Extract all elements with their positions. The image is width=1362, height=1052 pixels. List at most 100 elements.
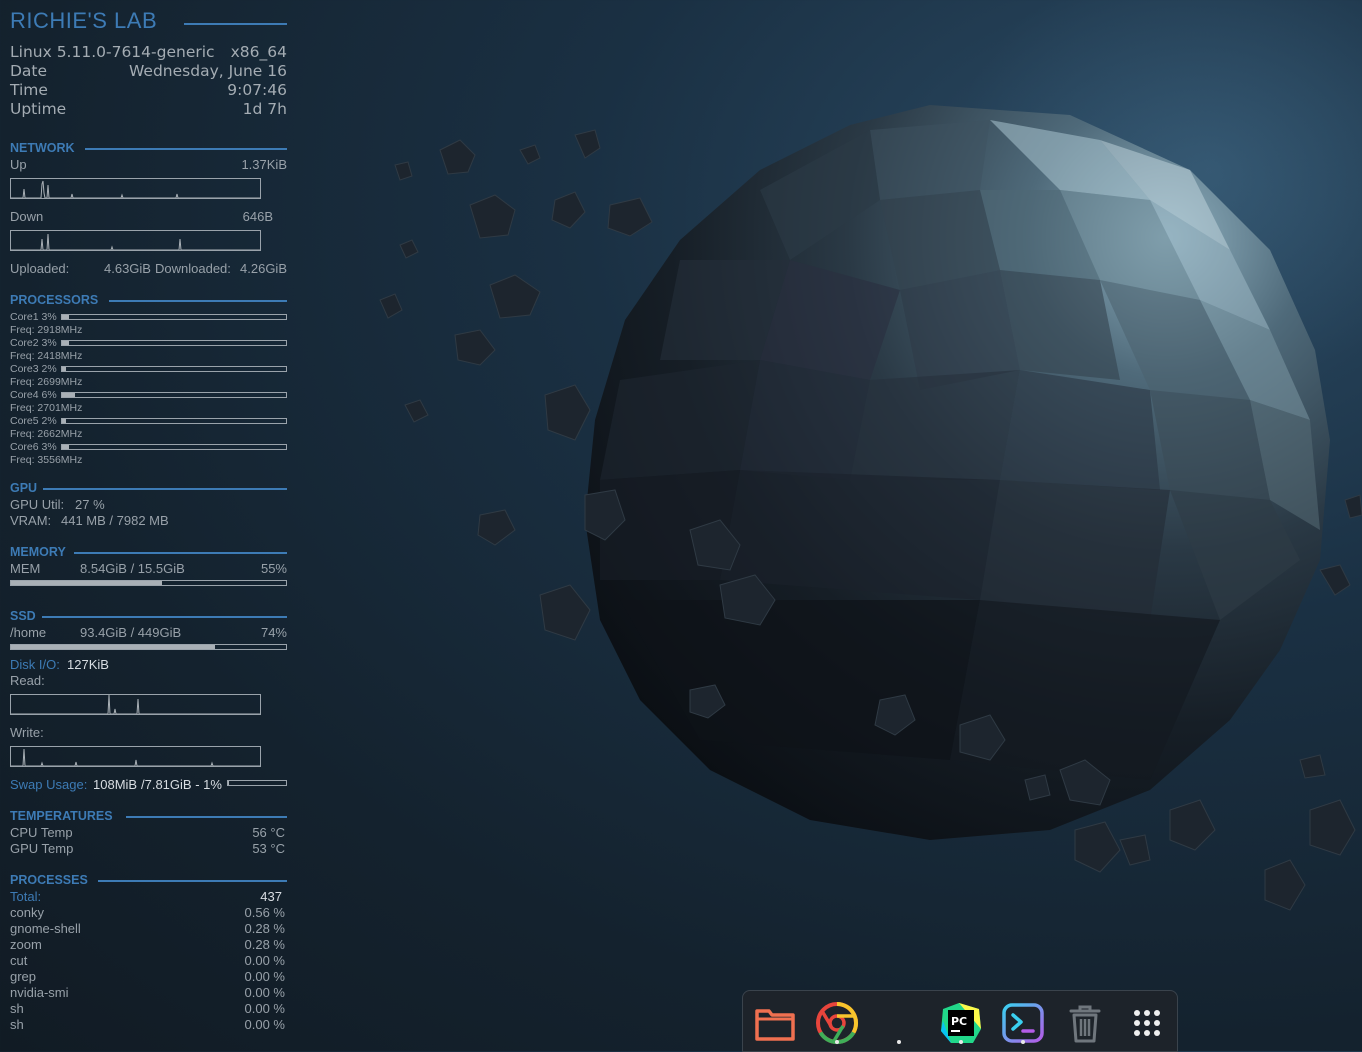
vram-label: VRAM: bbox=[10, 513, 52, 528]
process-cpu: 0.00 % bbox=[244, 953, 285, 968]
process-name: sh bbox=[10, 1017, 24, 1032]
gpu-util-label: GPU Util: bbox=[10, 497, 65, 512]
process-cpu: 0.00 % bbox=[244, 969, 285, 984]
disk-read-graph bbox=[10, 694, 261, 715]
swap-usage-label: Swap Usage: bbox=[10, 777, 88, 792]
conky-title: RICHIE'S LAB bbox=[10, 8, 158, 33]
download-speed-label: Down bbox=[10, 209, 44, 224]
core-frequency: Freq: 2662MHz bbox=[10, 428, 83, 440]
swap-usage-bar bbox=[227, 780, 287, 786]
planet bbox=[585, 105, 1330, 840]
home-usage-fill bbox=[11, 645, 215, 649]
process-cpu: 0.00 % bbox=[244, 985, 285, 1000]
mem-value: 8.54GiB / 15.5GiB bbox=[80, 561, 185, 576]
process-cpu: 0.56 % bbox=[244, 905, 285, 920]
running-indicator bbox=[959, 1040, 963, 1044]
memory-usage-fill bbox=[11, 581, 163, 585]
time-label: Time bbox=[10, 81, 48, 99]
downloaded-total-label: Downloaded: bbox=[155, 261, 231, 276]
processors-divider bbox=[109, 300, 287, 302]
core-usage-bar bbox=[61, 314, 287, 320]
downloaded-total-value: 4.26GiB bbox=[240, 261, 287, 276]
ssd-divider bbox=[42, 616, 287, 618]
dock-item-hidden-app[interactable] bbox=[875, 999, 923, 1047]
core-frequency: Freq: 2701MHz bbox=[10, 402, 83, 414]
process-name: zoom bbox=[10, 937, 42, 952]
title-underline bbox=[184, 23, 287, 25]
memory-usage-bar bbox=[10, 580, 287, 586]
network-divider bbox=[85, 148, 287, 150]
dock-item-files[interactable] bbox=[751, 999, 799, 1047]
upload-speed-label: Up bbox=[10, 157, 27, 172]
swap-total: /7.81GiB - 1% bbox=[141, 777, 222, 792]
swap-usage-value: 108MiB bbox=[93, 777, 138, 792]
gpu-section-title: GPU bbox=[10, 481, 38, 495]
dock-item-terminal[interactable] bbox=[999, 999, 1047, 1047]
dock-item-chrome[interactable] bbox=[813, 999, 861, 1047]
process-cpu: 0.00 % bbox=[244, 1017, 285, 1032]
gpu-util-value: 27 % bbox=[75, 497, 105, 512]
process-total-value: 437 bbox=[260, 889, 282, 904]
core-usage-label: Core3 2% bbox=[10, 363, 57, 375]
temperatures-section-title: TEMPERATURES bbox=[10, 809, 113, 823]
home-percent: 74% bbox=[260, 625, 287, 640]
core-usage-bar bbox=[61, 418, 287, 424]
process-cpu: 0.28 % bbox=[244, 921, 285, 936]
core-usage-bar bbox=[61, 366, 287, 372]
home-value: 93.4GiB / 449GiB bbox=[80, 625, 182, 640]
ssd-section-title: SSD bbox=[10, 609, 36, 623]
dock: PC bbox=[742, 990, 1178, 1052]
process-name: sh bbox=[10, 1001, 24, 1016]
core-usage-fill bbox=[62, 445, 69, 449]
disk-io-value: 127KiB bbox=[67, 657, 109, 672]
gpu-temp-value: 53 °C bbox=[252, 841, 285, 856]
network-section-title: NETWORK bbox=[10, 141, 75, 155]
running-indicator bbox=[1021, 1040, 1025, 1044]
process-name: conky bbox=[10, 905, 44, 920]
running-indicator bbox=[897, 1040, 901, 1044]
running-indicator bbox=[835, 1040, 839, 1044]
core-usage-label: Core1 3% bbox=[10, 311, 57, 323]
architecture: x86_64 bbox=[230, 43, 287, 61]
uptime-label: Uptime bbox=[10, 100, 67, 118]
home-label: /home bbox=[10, 625, 47, 640]
core-usage-bar bbox=[61, 340, 287, 346]
uptime-value: 1d 7h bbox=[242, 100, 287, 118]
process-cpu: 0.28 % bbox=[244, 937, 285, 952]
core-usage-label: Core6 3% bbox=[10, 441, 57, 453]
memory-divider bbox=[74, 552, 287, 554]
core-usage-bar bbox=[61, 392, 287, 398]
mem-percent: 55% bbox=[260, 561, 287, 576]
disk-write-graph bbox=[10, 746, 261, 767]
core-usage-fill bbox=[62, 341, 69, 345]
process-name: cut bbox=[10, 953, 28, 968]
core-frequency: Freq: 2699MHz bbox=[10, 376, 83, 388]
cpu-temp-value: 56 °C bbox=[252, 825, 285, 840]
core-frequency: Freq: 2418MHz bbox=[10, 350, 83, 362]
cpu-temp-label: CPU Temp bbox=[10, 825, 73, 840]
dock-item-pycharm[interactable]: PC bbox=[937, 999, 985, 1047]
processes-section-title: PROCESSES bbox=[10, 873, 88, 887]
desktop-wallpaper bbox=[379, 0, 1362, 911]
vram-value: 441 MB / 7982 MB bbox=[61, 513, 169, 528]
dock-item-trash[interactable] bbox=[1061, 999, 1109, 1047]
download-graph bbox=[10, 230, 261, 251]
time-value: 9:07:46 bbox=[227, 81, 287, 99]
app-grid-icon bbox=[1134, 1010, 1160, 1036]
processes-divider bbox=[98, 880, 287, 882]
core-frequency: Freq: 2918MHz bbox=[10, 324, 83, 336]
date-label: Date bbox=[10, 62, 48, 80]
core-frequency: Freq: 3556MHz bbox=[10, 454, 83, 466]
process-name: gnome-shell bbox=[10, 921, 81, 936]
core-usage-label: Core5 2% bbox=[10, 415, 57, 427]
dock-item-app-grid[interactable] bbox=[1123, 999, 1171, 1047]
memory-section-title: MEMORY bbox=[10, 545, 66, 559]
date-value: Wednesday, June 16 bbox=[129, 62, 287, 80]
core-usage-fill bbox=[62, 367, 67, 371]
svg-text:PC: PC bbox=[951, 1015, 967, 1028]
download-speed-value: 646B bbox=[242, 209, 273, 224]
gpu-divider bbox=[43, 488, 287, 490]
processors-section-title: PROCESSORS bbox=[10, 293, 99, 307]
uploaded-total-value: 4.63GiB bbox=[104, 261, 151, 276]
process-name: nvidia-smi bbox=[10, 985, 69, 1000]
